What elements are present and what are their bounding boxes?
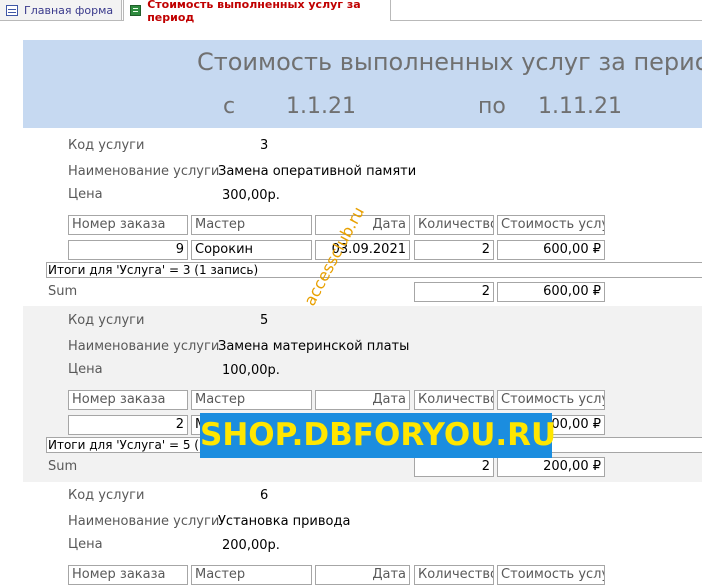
sum-qty: 2 [414,457,494,477]
col-header-date: Дата [315,390,410,410]
tab-services-cost-report-label: Стоимость выполненных услуг за период [147,0,361,24]
price-value: 100,00р. [222,363,280,378]
sum-qty: 2 [414,282,494,302]
col-header-qty: Количество [414,215,494,235]
price-label: Цена [68,187,103,202]
service-name-value: Замена материнской платы [218,339,410,354]
banner-watermark: SHOP.DBFORYOU.RU [200,413,556,458]
to-date: 1.11.21 [538,94,622,119]
service-code-label: Код услуги [68,313,145,328]
service-name-label: Наименование услуги [68,514,220,529]
col-header-master: Мастер [191,565,312,585]
tab-services-cost-report[interactable]: Стоимость выполненных услуг за период [123,0,391,24]
price-label: Цена [68,362,103,377]
sum-cost: 200,00 ₽ [497,457,605,477]
col-header-qty: Количество [414,390,494,410]
col-header-order: Номер заказа [68,215,188,235]
col-header-order: Номер заказа [68,390,188,410]
price-value: 300,00р. [222,188,280,203]
to-label: по [478,94,506,119]
service-code-value: 5 [260,313,269,328]
service-code-label: Код услуги [68,138,145,153]
service-name-value: Замена оперативной памяти [218,164,417,179]
sum-cost: 600,00 ₽ [497,282,605,302]
row-master: Сорокин [191,240,312,260]
from-date: 1.1.21 [286,94,356,119]
col-header-cost: Стоимость услуг [497,215,605,235]
document-tab-bar: Главная форма Стоимость выполненных услу… [0,0,702,24]
report-icon [130,5,142,16]
row-order-number: 9 [68,240,188,260]
service-name-value: Установка привода [218,514,351,529]
sum-label: Sum [48,284,78,299]
col-header-master: Мастер [191,215,312,235]
col-header-master: Мастер [191,390,312,410]
row-order-number: 2 [68,415,188,435]
col-header-cost: Стоимость услуг [497,565,605,585]
col-header-order: Номер заказа [68,565,188,585]
tab-main-form-label: Главная форма [24,3,114,17]
row-qty: 2 [414,240,494,260]
group-total-text: Итоги для 'Услуга' = 3 (1 запись) [46,262,702,278]
report-title: Стоимость выполненных услуг за период [197,48,702,76]
service-code-label: Код услуги [68,488,145,503]
from-label: с [223,94,236,119]
sum-label: Sum [48,459,78,474]
tab-main-form[interactable]: Главная форма [0,0,122,20]
form-icon [6,4,18,16]
service-code-value: 6 [260,488,269,503]
col-header-cost: Стоимость услуг [497,390,605,410]
col-header-date: Дата [315,565,410,585]
row-cost: 600,00 ₽ [497,240,605,260]
col-header-qty: Количество [414,565,494,585]
price-value: 200,00р. [222,538,280,553]
service-name-label: Наименование услуги [68,339,220,354]
service-code-value: 3 [260,138,269,153]
price-label: Цена [68,537,103,552]
service-name-label: Наименование услуги [68,164,220,179]
